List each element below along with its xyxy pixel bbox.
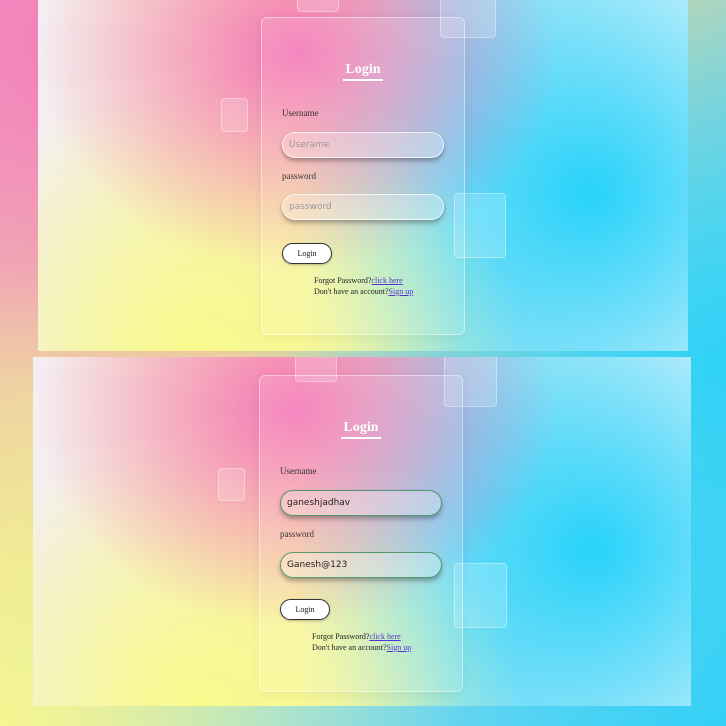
login-button[interactable]: Login bbox=[280, 599, 330, 620]
decorative-square bbox=[218, 468, 245, 501]
username-label: Username bbox=[282, 108, 319, 118]
username-label: Username bbox=[280, 466, 317, 476]
forgot-password-text: Forgot Password? bbox=[314, 276, 372, 285]
password-input[interactable]: Ganesh@123 bbox=[280, 552, 442, 578]
login-card: Login Username ganeshjadhav password Gan… bbox=[259, 375, 463, 692]
signup-text: Don't have an account? bbox=[312, 643, 387, 652]
signup-link[interactable]: Sign up bbox=[389, 287, 414, 296]
login-button[interactable]: Login bbox=[282, 243, 332, 264]
password-input[interactable]: password bbox=[282, 194, 444, 220]
help-links: Forgot Password?click here Don't have an… bbox=[314, 275, 413, 297]
password-label: password bbox=[280, 529, 314, 539]
decorative-square bbox=[221, 98, 248, 132]
signup-text: Don't have an account? bbox=[314, 287, 389, 296]
decorative-square bbox=[297, 0, 339, 12]
forgot-password-link[interactable]: click here bbox=[371, 276, 402, 285]
login-screen-empty: Login Username Userame password password… bbox=[38, 0, 688, 351]
login-card: Login Username Userame password password… bbox=[261, 17, 465, 335]
forgot-password-link[interactable]: click here bbox=[369, 632, 400, 641]
forgot-password-text: Forgot Password? bbox=[312, 632, 370, 641]
password-label: password bbox=[282, 171, 316, 181]
login-title: Login bbox=[260, 420, 462, 439]
login-screen-filled: Login Username ganeshjadhav password Gan… bbox=[33, 357, 691, 706]
username-input[interactable]: ganeshjadhav bbox=[280, 490, 442, 516]
signup-link[interactable]: Sign up bbox=[387, 643, 412, 652]
login-title: Login bbox=[262, 62, 464, 81]
help-links: Forgot Password?click here Don't have an… bbox=[312, 631, 411, 653]
username-input[interactable]: Userame bbox=[282, 132, 444, 158]
